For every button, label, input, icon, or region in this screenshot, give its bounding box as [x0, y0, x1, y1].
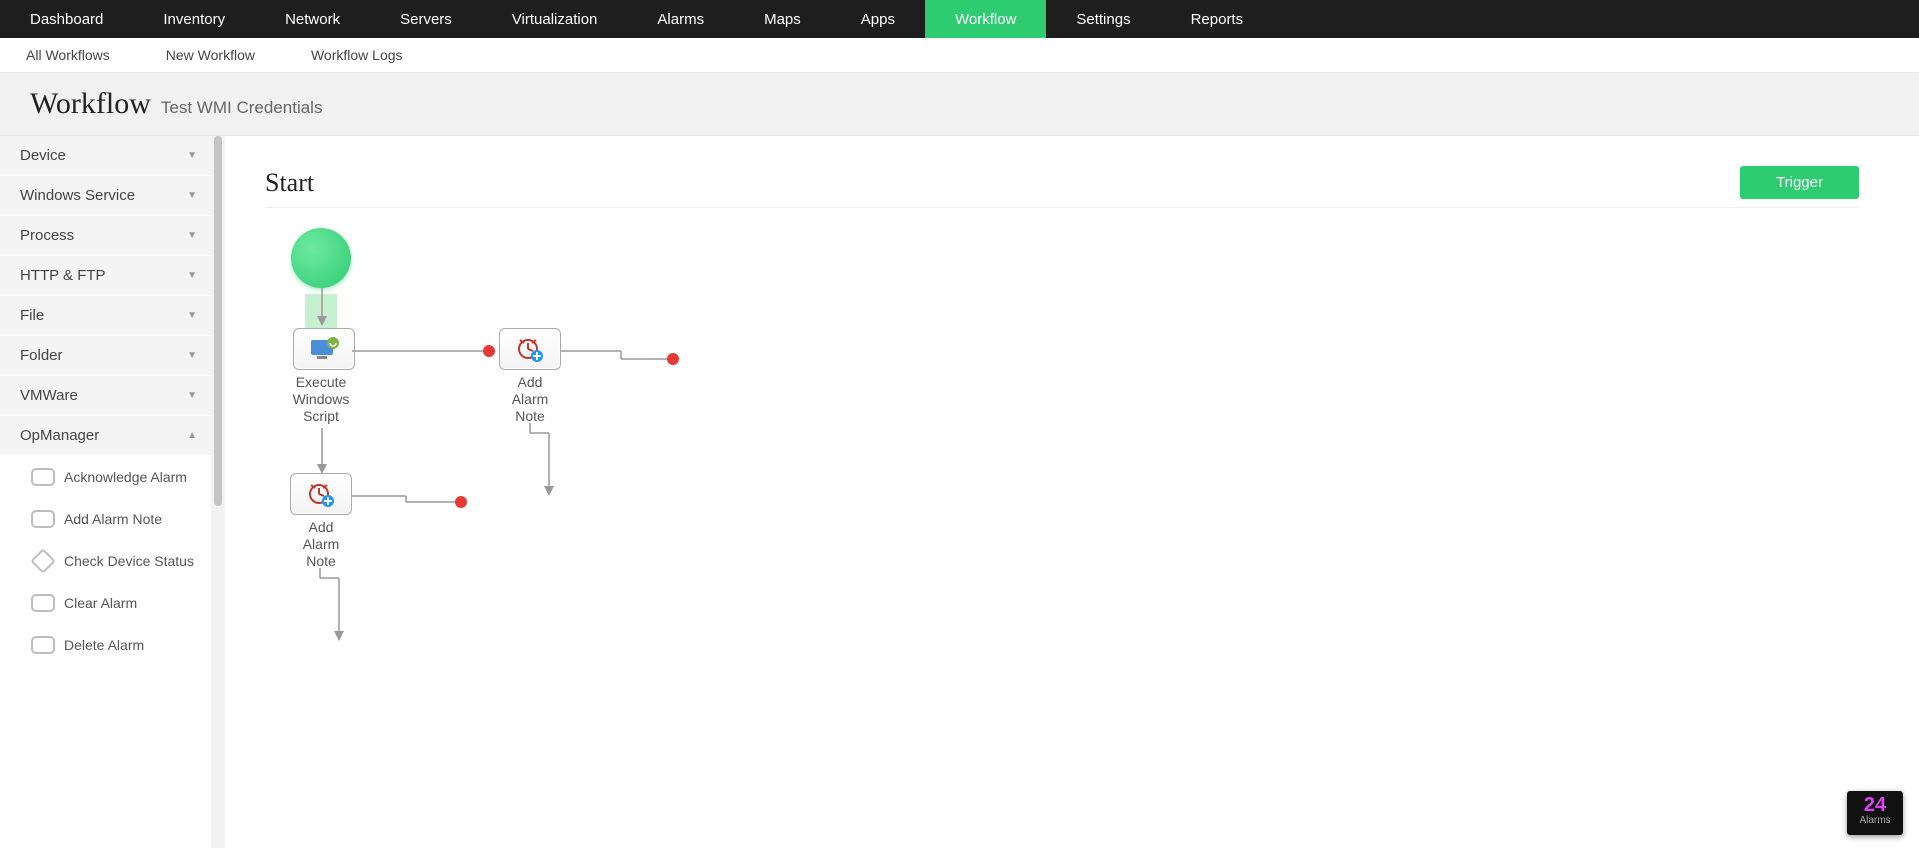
action-label: Acknowledge Alarm	[64, 469, 187, 485]
rounded-box-icon	[30, 633, 56, 657]
rounded-box-icon	[30, 465, 56, 489]
action-label: Delete Alarm	[64, 637, 144, 653]
chevron-down-icon: ▼	[187, 270, 197, 281]
start-node[interactable]	[291, 228, 351, 288]
chevron-up-icon: ▲	[187, 430, 197, 441]
category-label: Process	[20, 227, 74, 244]
nav-apps[interactable]: Apps	[831, 0, 925, 38]
action-label: Check Device Status	[64, 553, 194, 569]
node-label: Add Alarm Note	[290, 519, 352, 569]
category-opmanager[interactable]: OpManager ▲	[0, 416, 211, 456]
canvas-header: Start Trigger	[265, 166, 1859, 208]
failure-endpoint-dot	[483, 345, 495, 357]
monitor-script-icon	[307, 336, 341, 362]
title-bar: Workflow Test WMI Credentials	[0, 73, 1919, 136]
category-label: Folder	[20, 347, 63, 364]
category-label: OpManager	[20, 427, 99, 444]
nav-network[interactable]: Network	[255, 0, 370, 38]
sidebar-scrollbar[interactable]	[211, 136, 225, 848]
start-circle-icon	[291, 228, 351, 288]
category-http-ftp[interactable]: HTTP & FTP ▼	[0, 256, 211, 296]
add-alarm-note-node-1[interactable]: Add Alarm Note	[499, 328, 561, 424]
action-add-alarm-note[interactable]: Add Alarm Note	[0, 498, 211, 540]
failure-endpoint-dot	[455, 496, 467, 508]
nav-settings[interactable]: Settings	[1046, 0, 1160, 38]
top-nav: DashboardInventoryNetworkServersVirtuali…	[0, 0, 1919, 38]
category-label: File	[20, 307, 44, 324]
category-folder[interactable]: Folder ▼	[0, 336, 211, 376]
node-label: Execute Windows Script	[285, 374, 357, 424]
action-label: Add Alarm Note	[64, 511, 162, 527]
alarm-label: Alarms	[1847, 815, 1903, 826]
action-acknowledge-alarm[interactable]: Acknowledge Alarm	[0, 456, 211, 498]
node-box	[499, 328, 561, 370]
nav-alarms[interactable]: Alarms	[627, 0, 734, 38]
category-label: HTTP & FTP	[20, 267, 106, 284]
action-check-device-status[interactable]: Check Device Status	[0, 540, 211, 582]
main-area: Device▼Windows Service▼Process▼HTTP & FT…	[0, 136, 1919, 848]
nav-virtualization[interactable]: Virtualization	[482, 0, 628, 38]
category-vmware[interactable]: VMWare ▼	[0, 376, 211, 416]
chevron-down-icon: ▼	[187, 190, 197, 201]
subnav-all-workflows[interactable]: All Workflows	[26, 38, 138, 72]
page-title: Workflow	[30, 87, 151, 121]
rounded-box-icon	[30, 591, 56, 615]
alarm-badge[interactable]: 24 Alarms	[1847, 791, 1903, 835]
nav-reports[interactable]: Reports	[1161, 0, 1274, 38]
action-delete-alarm[interactable]: Delete Alarm	[0, 624, 211, 666]
action-clear-alarm[interactable]: Clear Alarm	[0, 582, 211, 624]
node-box	[290, 473, 352, 515]
category-process[interactable]: Process ▼	[0, 216, 211, 256]
category-label: Device	[20, 147, 66, 164]
subnav-workflow-logs[interactable]: Workflow Logs	[283, 38, 431, 72]
sub-nav: All WorkflowsNew WorkflowWorkflow Logs	[0, 38, 1919, 73]
rounded-box-icon	[30, 507, 56, 531]
nav-dashboard[interactable]: Dashboard	[0, 0, 133, 38]
workflow-canvas: Start Trigger	[225, 136, 1919, 848]
canvas-heading: Start	[265, 168, 314, 198]
category-device[interactable]: Device ▼	[0, 136, 211, 176]
chevron-down-icon: ▼	[187, 150, 197, 161]
sidebar-wrap: Device▼Windows Service▼Process▼HTTP & FT…	[0, 136, 225, 848]
chevron-down-icon: ▼	[187, 390, 197, 401]
active-connector-highlight	[305, 294, 337, 330]
chevron-down-icon: ▼	[187, 350, 197, 361]
node-label: Add Alarm Note	[499, 374, 561, 424]
failure-endpoint-dot	[667, 353, 679, 365]
page-subtitle: Test WMI Credentials	[161, 98, 323, 118]
workflow-diagram: Execute Windows Script	[265, 228, 1859, 728]
node-box	[293, 328, 355, 370]
nav-inventory[interactable]: Inventory	[133, 0, 255, 38]
sidebar: Device▼Windows Service▼Process▼HTTP & FT…	[0, 136, 211, 848]
trigger-button[interactable]: Trigger	[1740, 166, 1859, 199]
nav-servers[interactable]: Servers	[370, 0, 482, 38]
category-label: VMWare	[20, 387, 78, 404]
nav-workflow[interactable]: Workflow	[925, 0, 1046, 38]
nav-maps[interactable]: Maps	[734, 0, 831, 38]
subnav-new-workflow[interactable]: New Workflow	[138, 38, 283, 72]
alarm-clock-add-icon	[515, 336, 545, 362]
alarm-clock-add-icon	[306, 481, 336, 507]
alarm-count: 24	[1847, 795, 1903, 815]
action-label: Clear Alarm	[64, 595, 137, 611]
category-file[interactable]: File ▼	[0, 296, 211, 336]
chevron-down-icon: ▼	[187, 310, 197, 321]
category-label: Windows Service	[20, 187, 135, 204]
execute-windows-script-node[interactable]: Execute Windows Script	[290, 328, 357, 424]
scrollbar-thumb[interactable]	[214, 136, 222, 506]
diamond-icon	[30, 549, 56, 573]
category-windows-service[interactable]: Windows Service ▼	[0, 176, 211, 216]
add-alarm-note-node-2[interactable]: Add Alarm Note	[290, 473, 352, 569]
chevron-down-icon: ▼	[187, 230, 197, 241]
